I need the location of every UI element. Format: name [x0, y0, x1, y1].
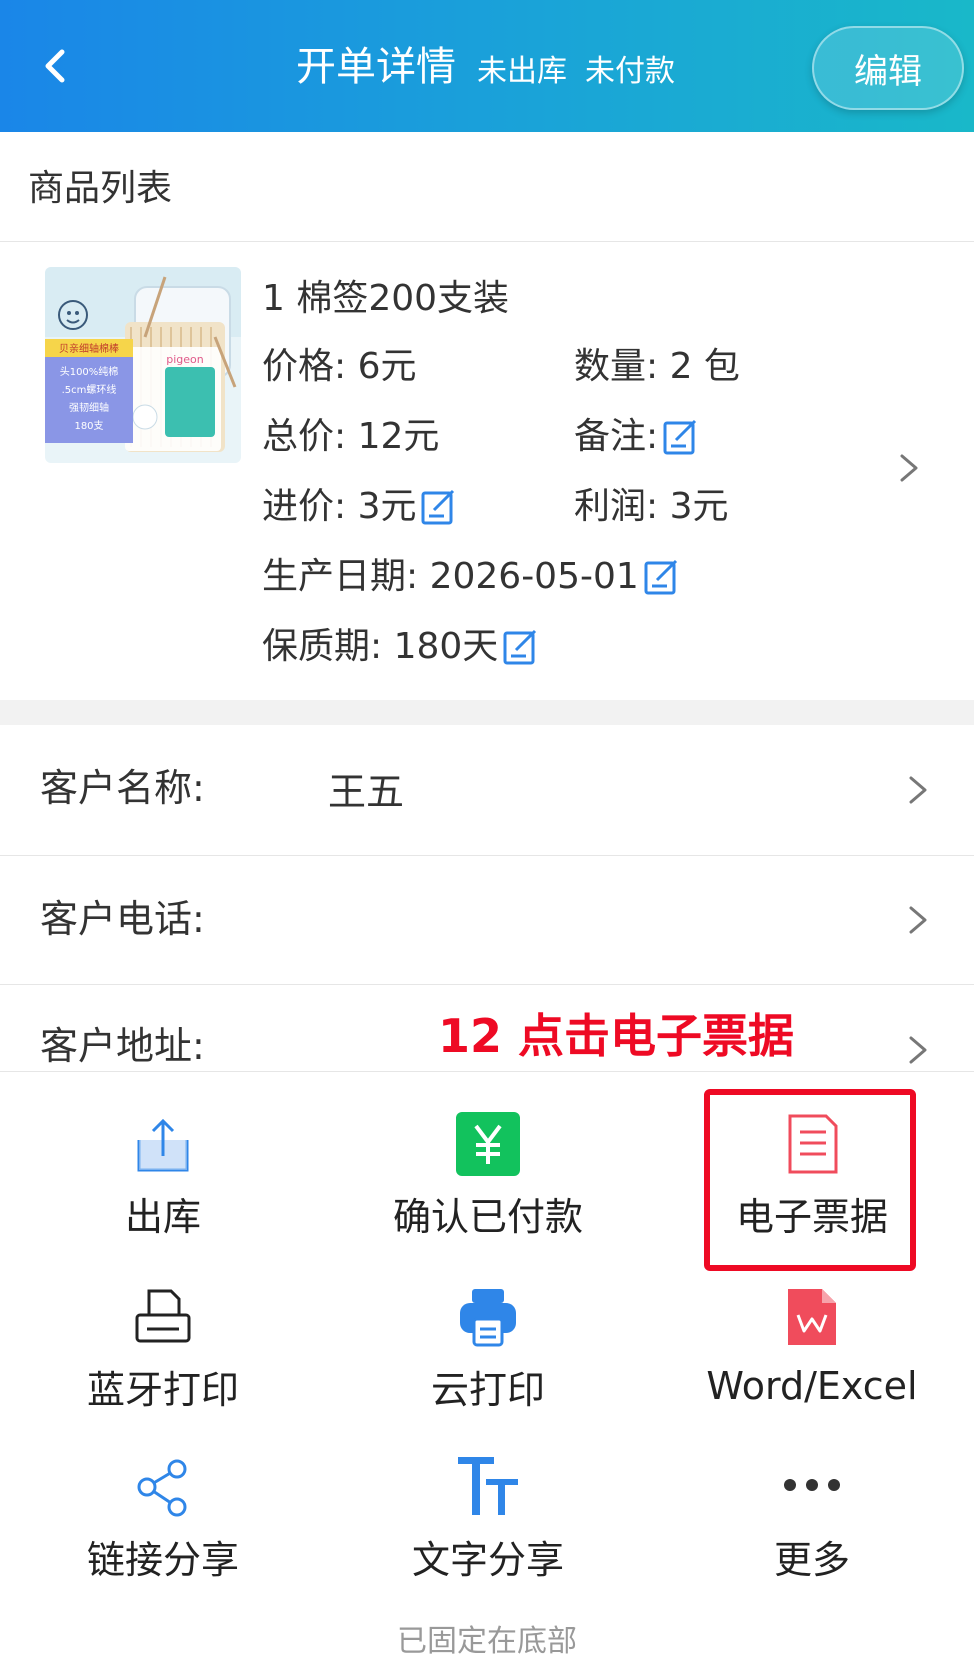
cost-text: 进价: 3元	[262, 486, 417, 527]
back-arrow-icon	[45, 49, 65, 83]
stock-out-button[interactable]: 出库	[13, 1100, 313, 1250]
product-image[interactable]: 贝亲细轴棉棒 头100%纯棉 .5cm螺环线 强韧细轴 180支 pigeon	[45, 267, 241, 463]
edit-shelf-life-icon[interactable]	[502, 628, 540, 666]
product-total: 总价: 12元	[262, 413, 439, 461]
action-label: 更多	[773, 1538, 850, 1582]
edit-production-date-icon[interactable]	[643, 558, 681, 596]
image-text: pigeon	[166, 353, 204, 366]
word-excel-button[interactable]: Word/Excel	[662, 1285, 962, 1415]
back-button[interactable]	[28, 36, 88, 96]
chevron-right-icon	[909, 776, 927, 804]
text-share-button[interactable]: 文字分享	[338, 1455, 638, 1585]
divider	[0, 855, 974, 856]
image-text: .5cm螺环线	[62, 383, 117, 396]
printer-filled-icon	[460, 1289, 516, 1347]
cloud-print-button[interactable]: 云打印	[338, 1285, 638, 1415]
profit-text: 利润: 3元	[574, 486, 729, 527]
link-share-button[interactable]: 链接分享	[13, 1455, 313, 1585]
cotton-swab-product-picture: 贝亲细轴棉棒 头100%纯棉 .5cm螺环线 强韧细轴 180支 pigeon	[45, 267, 241, 463]
quantity-text: 数量: 2 包	[574, 346, 740, 387]
bluetooth-print-button[interactable]: 蓝牙打印	[13, 1285, 313, 1415]
price-text: 价格: 6元	[262, 346, 417, 387]
text-size-icon	[458, 1457, 518, 1515]
chevron-right-icon	[909, 906, 927, 934]
customer-address-label[interactable]: 客户地址:	[40, 1020, 205, 1072]
customer-phone-chevron[interactable]	[897, 900, 937, 940]
export-icon	[137, 1118, 189, 1172]
product-list-title: 商品列表	[28, 168, 173, 209]
action-label: 出库	[124, 1195, 201, 1239]
customer-name-chevron[interactable]	[897, 770, 937, 810]
image-text: 180支	[74, 420, 103, 432]
product-name: 1 棉签200支装	[262, 278, 510, 319]
wps-file-icon	[788, 1289, 836, 1345]
customer-name-value[interactable]: 王五	[328, 766, 404, 818]
product-profit: 利润: 3元	[574, 483, 728, 531]
divider	[0, 241, 974, 242]
tutorial-annotation: 12 点击电子票据	[438, 1009, 795, 1063]
app-header: 开单详情 未出库 未付款 编辑	[0, 0, 974, 132]
customer-name-label: 客户名称:	[40, 766, 205, 810]
page-title: 开单详情	[296, 44, 456, 90]
share-icon	[137, 1459, 187, 1517]
more-dots-icon	[784, 1479, 840, 1491]
action-label: 链接分享	[86, 1538, 239, 1582]
edit-cost-icon[interactable]	[420, 488, 458, 526]
edit-button[interactable]: 编辑	[812, 26, 964, 110]
image-text: 强韧细轴	[69, 401, 109, 414]
image-text: 贝亲细轴棉棒	[59, 342, 119, 355]
product-shelf-life: 保质期: 180天	[262, 623, 540, 671]
stock-status: 未出库	[477, 54, 567, 89]
chevron-right-icon	[909, 1036, 927, 1064]
highlight-box	[704, 1089, 916, 1271]
customer-phone-label[interactable]: 客户电话:	[40, 893, 205, 945]
edit-remark-icon[interactable]	[662, 418, 700, 456]
action-label: Word/Excel	[706, 1364, 918, 1408]
product-quantity: 数量: 2 包	[574, 343, 740, 391]
section-gap	[0, 700, 974, 725]
product-cost: 进价: 3元	[262, 483, 458, 531]
action-label: 文字分享	[411, 1538, 564, 1582]
customer-address-chevron[interactable]	[897, 1030, 937, 1070]
yen-icon	[456, 1112, 520, 1176]
divider	[0, 1071, 974, 1072]
action-label: 确认已付款	[392, 1195, 583, 1239]
chevron-right-icon	[900, 454, 918, 482]
payment-status: 未付款	[585, 54, 675, 89]
product-detail-chevron[interactable]	[888, 448, 928, 488]
product-remark: 备注:	[574, 413, 700, 461]
remark-label: 备注:	[574, 416, 659, 457]
product-price: 价格: 6元	[262, 343, 416, 391]
divider	[0, 984, 974, 985]
printer-outline-icon	[135, 1289, 191, 1343]
production-date-text: 生产日期: 2026-05-01	[262, 556, 639, 597]
more-button[interactable]: 更多	[662, 1455, 962, 1585]
total-text: 总价: 12元	[262, 416, 440, 457]
image-text: 头100%纯棉	[60, 365, 119, 378]
pinned-note: 已固定在底部	[397, 1624, 577, 1659]
product-production-date: 生产日期: 2026-05-01	[262, 553, 681, 601]
action-label: 云打印	[430, 1368, 545, 1412]
action-label: 蓝牙打印	[86, 1368, 239, 1412]
confirm-paid-button[interactable]: 确认已付款	[338, 1100, 638, 1250]
shelf-life-text: 保质期: 180天	[262, 626, 499, 667]
